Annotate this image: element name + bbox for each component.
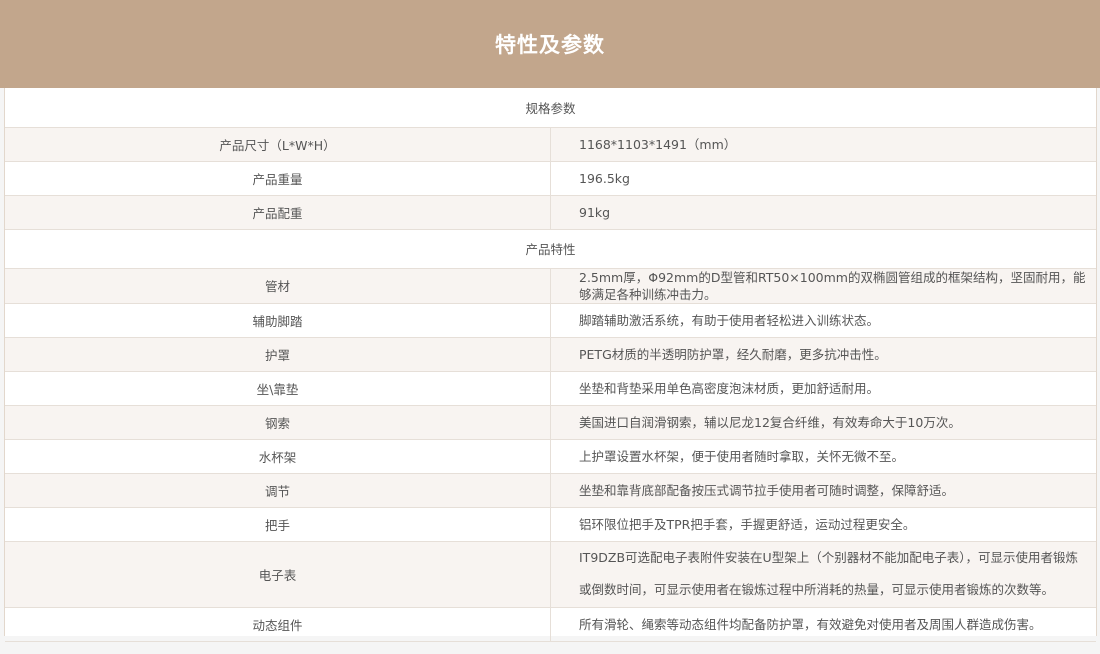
- table-row: 产品尺寸（L*W*H） 1168*1103*1491（mm）: [5, 127, 1096, 162]
- row-value: 所有滑轮、绳索等动态组件均配备防护罩，有效避免对使用者及周围人群造成伤害。: [550, 607, 1096, 642]
- row-label: 产品配重: [5, 195, 551, 230]
- row-label: 动态组件: [5, 607, 551, 642]
- table-row: 产品重量 196.5kg: [5, 161, 1096, 196]
- row-label: 管材: [5, 268, 551, 304]
- row-value: 美国进口自润滑钢索，辅以尼龙12复合纤维，有效寿命大于10万次。: [550, 405, 1096, 440]
- row-value: PETG材质的半透明防护罩，经久耐磨，更多抗冲击性。: [550, 337, 1096, 372]
- table-row: 把手 铝环限位把手及TPR把手套，手握更舒适，运动过程更安全。: [5, 507, 1096, 542]
- row-label: 电子表: [5, 541, 551, 608]
- table-row: 电子表 IT9DZB可选配电子表附件安装在U型架上（个别器材不能加配电子表），可…: [5, 541, 1096, 608]
- table-row: 产品配重 91kg: [5, 195, 1096, 230]
- section-title: 规格参数: [5, 88, 1096, 128]
- spec-table: 规格参数 产品尺寸（L*W*H） 1168*1103*1491（mm） 产品重量…: [5, 88, 1096, 642]
- row-value: 铝环限位把手及TPR把手套，手握更舒适，运动过程更安全。: [550, 507, 1096, 542]
- row-value: IT9DZB可选配电子表附件安装在U型架上（个别器材不能加配电子表），可显示使用…: [550, 541, 1096, 608]
- table-row: 钢索 美国进口自润滑钢索，辅以尼龙12复合纤维，有效寿命大于10万次。: [5, 405, 1096, 440]
- row-value: 91kg: [550, 195, 1096, 230]
- table-row: 管材 2.5mm厚，Φ92mm的D型管和RT50×100mm的双椭圆管组成的框架…: [5, 268, 1096, 304]
- section-title: 产品特性: [5, 229, 1096, 269]
- row-value: 1168*1103*1491（mm）: [550, 127, 1096, 162]
- row-label: 产品重量: [5, 161, 551, 196]
- table-row: 调节 坐垫和靠背底部配备按压式调节拉手使用者可随时调整，保障舒适。: [5, 473, 1096, 508]
- row-label: 护罩: [5, 337, 551, 372]
- row-value: 2.5mm厚，Φ92mm的D型管和RT50×100mm的双椭圆管组成的框架结构，…: [550, 268, 1096, 304]
- row-label: 产品尺寸（L*W*H）: [5, 127, 551, 162]
- table-row: 水杯架 上护罩设置水杯架，便于使用者随时拿取，关怀无微不至。: [5, 439, 1096, 474]
- row-value: 196.5kg: [550, 161, 1096, 196]
- page-title: 特性及参数: [495, 33, 605, 57]
- row-label: 把手: [5, 507, 551, 542]
- header-banner: 特性及参数: [0, 0, 1100, 88]
- row-value: 坐垫和靠背底部配备按压式调节拉手使用者可随时调整，保障舒适。: [550, 473, 1096, 508]
- row-label: 辅助脚踏: [5, 303, 551, 338]
- section-header-features: 产品特性: [5, 229, 1096, 269]
- row-value: 坐垫和背垫采用单色高密度泡沫材质，更加舒适耐用。: [550, 371, 1096, 406]
- table-row: 坐\靠垫 坐垫和背垫采用单色高密度泡沫材质，更加舒适耐用。: [5, 371, 1096, 406]
- row-label: 坐\靠垫: [5, 371, 551, 406]
- row-label: 水杯架: [5, 439, 551, 474]
- table-row: 护罩 PETG材质的半透明防护罩，经久耐磨，更多抗冲击性。: [5, 337, 1096, 372]
- row-value: 上护罩设置水杯架，便于使用者随时拿取，关怀无微不至。: [550, 439, 1096, 474]
- section-header-specs: 规格参数: [5, 88, 1096, 128]
- row-label: 钢索: [5, 405, 551, 440]
- row-label: 调节: [5, 473, 551, 508]
- spec-sheet: 规格参数 产品尺寸（L*W*H） 1168*1103*1491（mm） 产品重量…: [4, 88, 1097, 642]
- table-row: 动态组件 所有滑轮、绳索等动态组件均配备防护罩，有效避免对使用者及周围人群造成伤…: [5, 607, 1096, 642]
- row-value: 脚踏辅助激活系统，有助于使用者轻松进入训练状态。: [550, 303, 1096, 338]
- table-row: 辅助脚踏 脚踏辅助激活系统，有助于使用者轻松进入训练状态。: [5, 303, 1096, 338]
